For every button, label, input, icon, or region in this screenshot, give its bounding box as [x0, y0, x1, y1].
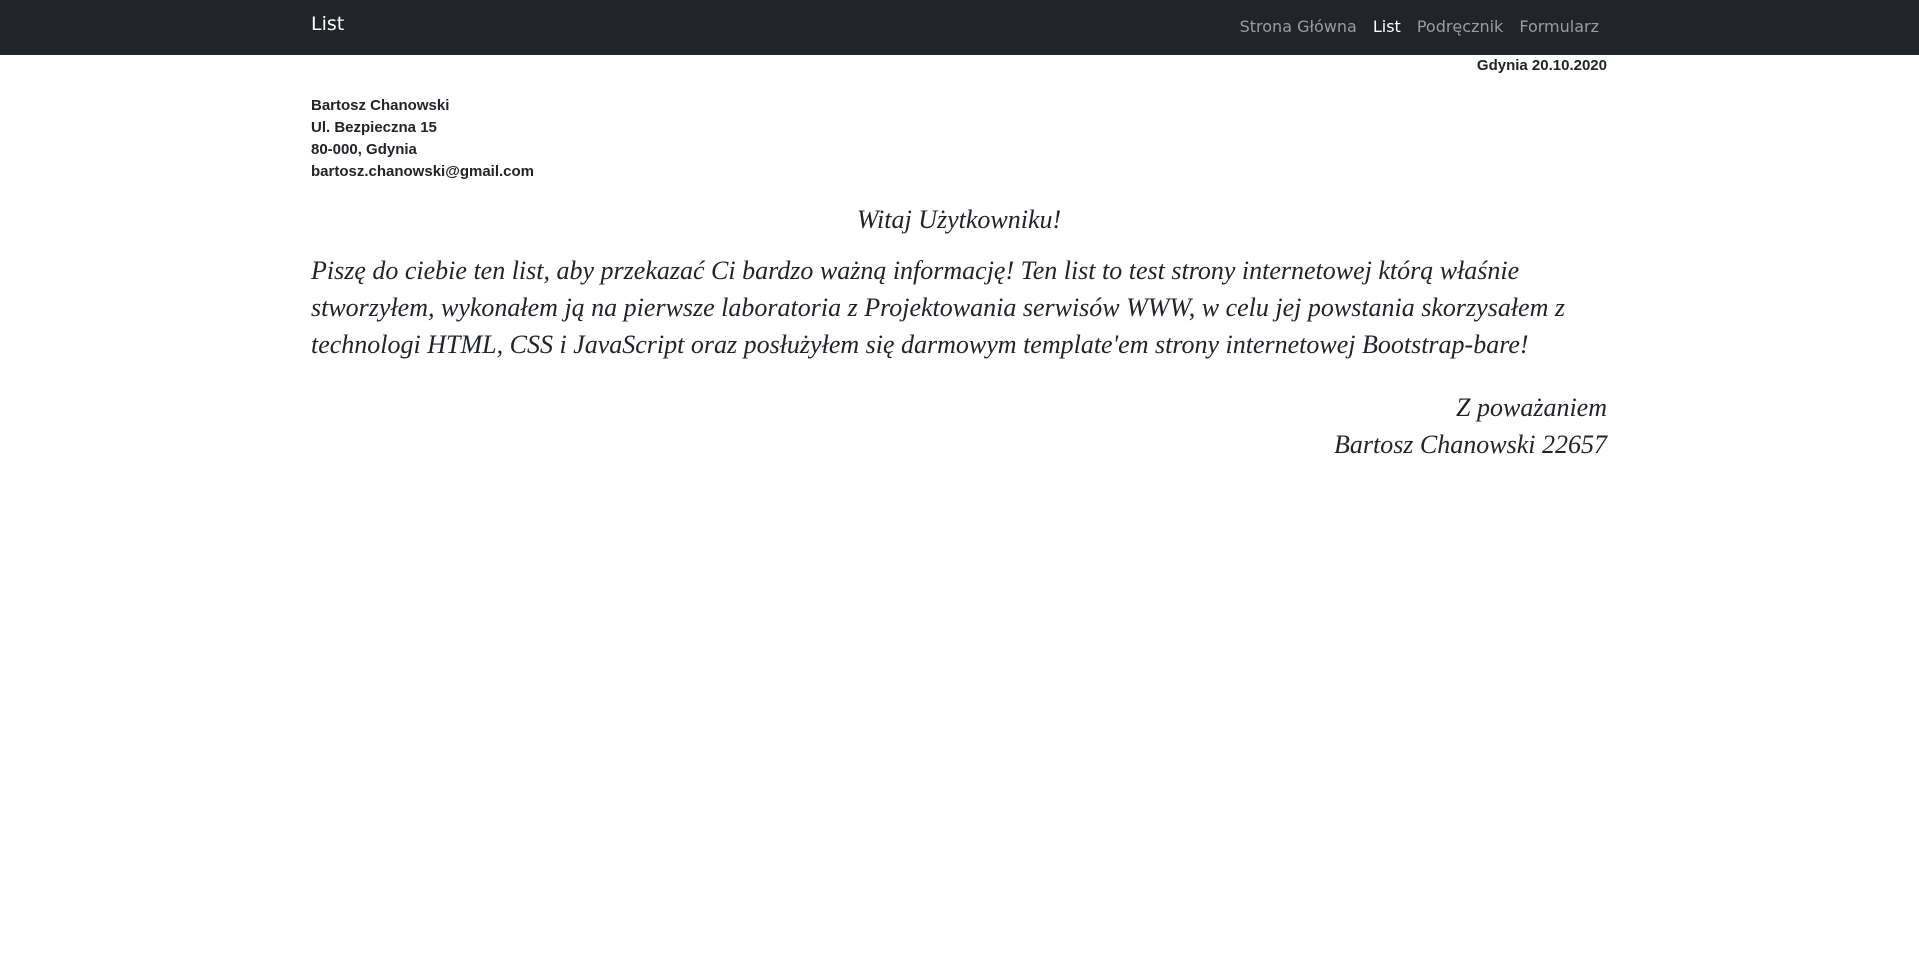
letter-body: Piszę do ciebie ten list, aby przekazać … [311, 256, 1565, 359]
nav-link-manual[interactable]: Podręcznik [1417, 17, 1504, 36]
navbar-container: List Strona Główna List Podręcznik Formu… [311, 0, 1607, 55]
sender-email: bartosz.chanowski@gmail.com [311, 163, 535, 180]
letter-greeting: Witaj Użytkowniku! [856, 205, 1062, 234]
letter-closing: Z poważaniem Bartosz Chanowski 22657 [311, 389, 1607, 463]
navbar-brand[interactable]: List [311, 13, 344, 35]
letter-container: Gdynia 20.10.2020 Bartosz Chanowski Ul. … [311, 57, 1607, 463]
sender-city: 80-000, Gdynia [311, 141, 417, 158]
signature: Bartosz Chanowski 22657 [1333, 430, 1607, 459]
nav-links: Strona Główna List Podręcznik Formularz [1240, 17, 1599, 36]
letter-date: Gdynia 20.10.2020 [1476, 57, 1607, 74]
sender-street: Ul. Bezpieczna 15 [311, 119, 437, 136]
sender-name: Bartosz Chanowski [311, 97, 450, 114]
closing-phrase: Z poważaniem [1456, 393, 1607, 422]
sender-address: Bartosz Chanowski Ul. Bezpieczna 15 80-0… [311, 95, 1607, 183]
nav-link-list[interactable]: List [1373, 17, 1401, 36]
navbar: List Strona Główna List Podręcznik Formu… [0, 0, 1919, 55]
nav-link-home[interactable]: Strona Główna [1240, 17, 1357, 36]
nav-link-form[interactable]: Formularz [1519, 17, 1599, 36]
